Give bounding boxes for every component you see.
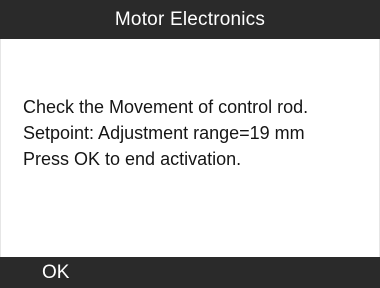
- instruction-line-2: Setpoint: Adjustment range=19 mm: [23, 123, 305, 143]
- ok-button-label: OK: [42, 261, 70, 283]
- screen-title: Motor Electronics: [114, 8, 266, 30]
- ok-button[interactable]: OK: [36, 257, 75, 288]
- instruction-line-1: Check the Movement of control rod.: [23, 97, 309, 117]
- diagnostic-screen: Motor Electronics Check the Movement of …: [0, 0, 380, 288]
- title-bar: Motor Electronics: [0, 0, 380, 39]
- instruction-line-3: Press OK to end activation.: [23, 149, 242, 169]
- footer-bar: OK: [0, 257, 380, 288]
- instruction-message: Check the Movement of control rod. Setpo…: [23, 94, 308, 172]
- message-panel: Check the Movement of control rod. Setpo…: [0, 39, 380, 257]
